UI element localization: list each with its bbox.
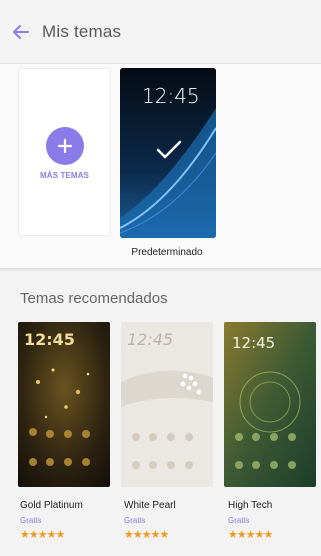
theme-name-high-tech: High Tech xyxy=(228,500,273,511)
add-button[interactable] xyxy=(46,127,84,165)
theme-rating-high-tech: ★★★★★ xyxy=(228,529,273,541)
recommended-title: Temas recomendados xyxy=(20,290,168,307)
theme-thumbnail-gold-platinum[interactable]: 12:45 xyxy=(18,322,110,487)
default-theme-label: Predeterminado xyxy=(131,247,203,258)
page-title: Mis temas xyxy=(42,21,122,41)
theme-rating-white-pearl: ★★★★★ xyxy=(124,529,169,541)
default-clock: 12:45 xyxy=(142,84,200,108)
theme-price-high-tech: Gratis xyxy=(228,516,250,525)
gold-clock: 12:45 xyxy=(24,330,75,349)
default-theme-thumbnail[interactable]: 12:45 xyxy=(120,68,216,238)
theme-thumbnail-white-pearl[interactable]: 12:45 xyxy=(121,322,213,487)
section-divider xyxy=(0,268,321,272)
plus-icon xyxy=(57,138,73,154)
theme-thumbnail-high-tech[interactable]: 12:45 xyxy=(224,322,316,487)
theme-name-gold-platinum: Gold Platinum xyxy=(20,500,83,511)
theme-rating-gold-platinum: ★★★★★ xyxy=(20,529,65,541)
arrow-left-icon xyxy=(13,24,29,39)
more-themes-card[interactable]: MÁS TEMAS xyxy=(18,68,111,236)
checkmark-icon xyxy=(156,140,182,159)
pearl-clock: 12:45 xyxy=(127,330,174,349)
theme-price-gold-platinum: Gratis xyxy=(20,516,42,525)
more-themes-label: MÁS TEMAS xyxy=(40,171,89,180)
theme-price-white-pearl: Gratis xyxy=(124,516,146,525)
back-button[interactable] xyxy=(0,0,42,64)
theme-name-white-pearl: White Pearl xyxy=(124,500,176,511)
app-bar: Mis temas xyxy=(0,0,321,64)
hightech-clock: 12:45 xyxy=(232,334,276,352)
